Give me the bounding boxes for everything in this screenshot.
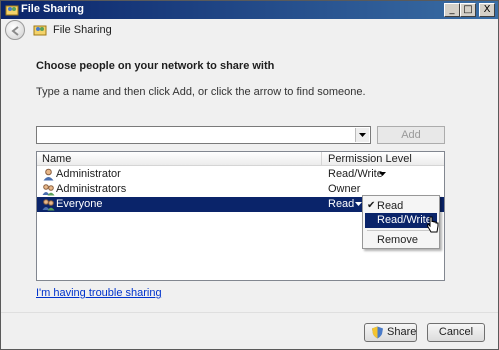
title-bar: File Sharing _ □ X <box>1 1 498 19</box>
maximize-button[interactable]: □ <box>460 3 476 17</box>
menu-item-label: Read <box>377 200 404 212</box>
trouble-sharing-link[interactable]: I'm having trouble sharing <box>36 287 162 299</box>
page-heading: Choose people on your network to share w… <box>36 60 275 72</box>
file-sharing-window: File Sharing _ □ X File Sharing Choose p… <box>0 0 499 350</box>
name-combobox[interactable] <box>36 126 371 144</box>
menu-item-label: Read/Write <box>377 214 432 226</box>
share-button-label: Share <box>387 326 417 338</box>
row-permission[interactable]: Read/Write <box>328 168 383 180</box>
row-name: Administrators <box>56 183 127 195</box>
menu-item-remove[interactable]: Remove <box>365 233 437 248</box>
column-header-name[interactable]: Name <box>42 153 71 165</box>
close-button[interactable]: X <box>479 3 495 17</box>
menu-item-read[interactable]: ✔ Read <box>365 199 437 214</box>
nav-title: File Sharing <box>53 24 112 36</box>
menu-item-label: Remove <box>377 234 418 246</box>
list-row-administrator[interactable]: Administrator Read/Write <box>37 167 444 182</box>
cancel-button[interactable]: Cancel <box>427 323 485 342</box>
button-bar: Share Cancel <box>1 312 498 349</box>
menu-separator <box>367 230 435 231</box>
check-icon: ✔ <box>367 200 376 211</box>
row-name: Administrator <box>56 168 121 180</box>
file-sharing-icon <box>33 25 47 36</box>
add-button[interactable]: Add <box>377 126 445 144</box>
column-separator[interactable] <box>321 152 322 166</box>
navigation-bar: File Sharing <box>1 19 498 41</box>
row-permission: Owner <box>328 183 361 195</box>
permission-dropdown-arrow-icon[interactable] <box>379 172 386 176</box>
back-arrow-icon <box>11 26 19 36</box>
hand-cursor-icon <box>427 216 439 233</box>
user-icon <box>43 168 54 181</box>
window-title: File Sharing <box>21 3 84 15</box>
instructions-text: Type a name and then click Add, or click… <box>36 86 366 98</box>
find-people-dropdown-button[interactable] <box>355 128 369 142</box>
row-name: Everyone <box>56 198 103 210</box>
group-icon <box>42 184 55 196</box>
permission-dropdown-arrow-icon[interactable] <box>355 202 362 206</box>
row-permission[interactable]: Read <box>328 198 354 210</box>
chevron-down-icon <box>359 133 366 137</box>
column-header-permission[interactable]: Permission Level <box>328 153 412 165</box>
group-icon <box>42 199 55 211</box>
file-sharing-icon <box>5 5 19 16</box>
minimize-button[interactable]: _ <box>444 3 460 17</box>
back-button[interactable] <box>5 20 25 40</box>
share-button[interactable]: Share <box>364 323 417 342</box>
list-header: Name Permission Level <box>37 152 444 166</box>
shield-icon <box>372 326 383 339</box>
